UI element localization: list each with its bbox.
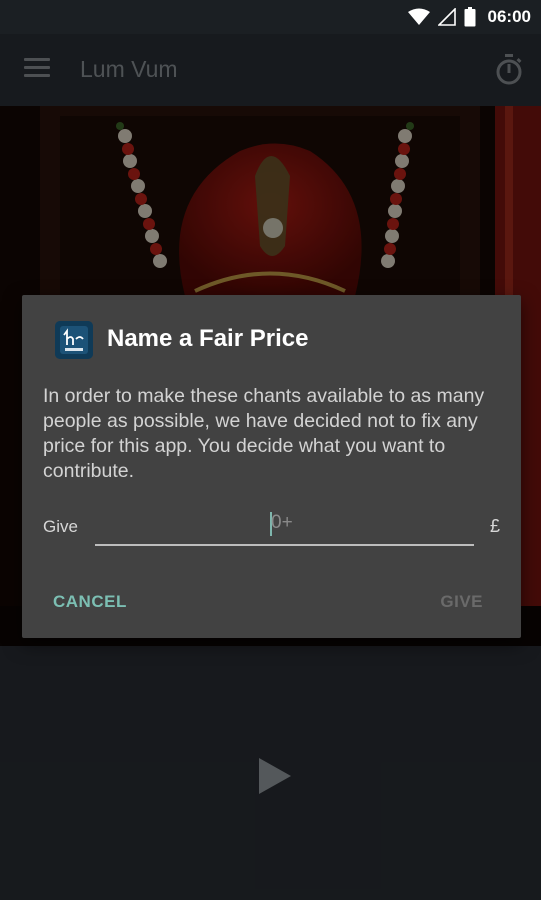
wifi-icon [407,8,430,25]
status-icons: 06:00 [407,0,531,34]
fair-price-dialog: Name a Fair Price In order to make these… [22,295,521,638]
price-input[interactable]: 0+ [95,506,474,546]
dialog-title: Name a Fair Price [107,325,309,352]
screen: 06:00 Lum Vum Name a Fair Price In order… [0,0,541,900]
dialog-message: In order to make these chants available … [43,385,485,482]
price-input-placeholder: 0+ [271,512,293,533]
currency-symbol: £ [489,516,500,536]
app-icon [55,321,93,359]
give-button[interactable]: GIVE [440,592,483,612]
status-bar: 06:00 [0,0,541,34]
cancel-button[interactable]: CANCEL [53,592,127,612]
signal-icon [437,8,456,26]
status-time: 06:00 [487,7,531,26]
battery-icon [464,7,476,27]
give-label: Give [43,517,78,536]
